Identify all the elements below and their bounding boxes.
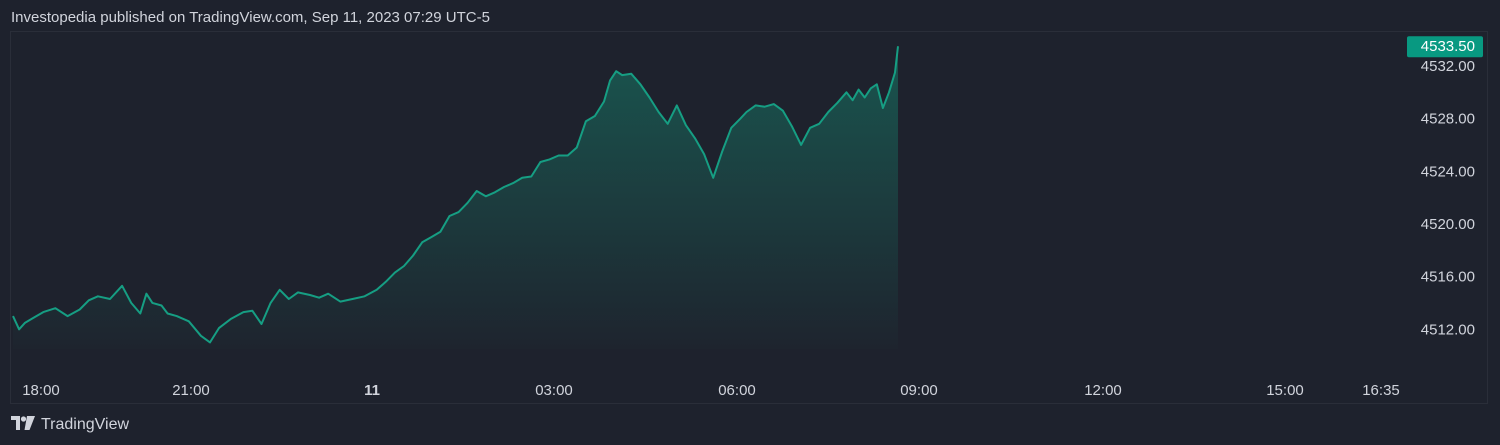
- x-tick-label: 16:35: [1362, 382, 1400, 399]
- y-tick-label: 4524.00: [1421, 163, 1475, 180]
- y-tick-label: 4532.00: [1421, 58, 1475, 75]
- price-chart[interactable]: 4532.00 4528.00 4524.00 4520.00 4516.00 4512.…: [11, 32, 1489, 405]
- x-tick-label: 18:00: [22, 382, 60, 399]
- tradingview-logo-icon: [11, 415, 35, 435]
- y-tick-label: 4528.00: [1421, 111, 1475, 128]
- price-axis[interactable]: 4532.00 4528.00 4524.00 4520.00 4516.00 4512.…: [1421, 58, 1475, 338]
- x-tick-label: 15:00: [1266, 382, 1304, 399]
- chart-frame[interactable]: 4532.00 4528.00 4524.00 4520.00 4516.00 4512.…: [10, 31, 1488, 404]
- last-price-label: 4533.50: [1421, 38, 1475, 55]
- price-area-layer: [13, 46, 898, 349]
- x-tick-label: 09:00: [900, 382, 938, 399]
- x-tick-label: 06:00: [718, 382, 756, 399]
- x-tick-label: 12:00: [1084, 382, 1122, 399]
- footer-brand-label: TradingView: [41, 416, 130, 433]
- x-tick-label: 21:00: [172, 382, 210, 399]
- last-price-badge-layer: 4533.50: [1407, 36, 1483, 58]
- publisher-header: Investopedia published on TradingView.co…: [11, 9, 490, 26]
- y-tick-label: 4520.00: [1421, 216, 1475, 233]
- footer-brand[interactable]: TradingView: [11, 415, 129, 435]
- x-tick-label: 03:00: [535, 382, 573, 399]
- price-area: [13, 46, 898, 349]
- time-axis[interactable]: 18:00 21:00 11 03:00 06:00 09:00 12:00 15:00 16:…: [22, 382, 1400, 399]
- y-tick-label: 4512.00: [1421, 321, 1475, 338]
- x-tick-label: 11: [364, 382, 380, 399]
- y-tick-label: 4516.00: [1421, 269, 1475, 286]
